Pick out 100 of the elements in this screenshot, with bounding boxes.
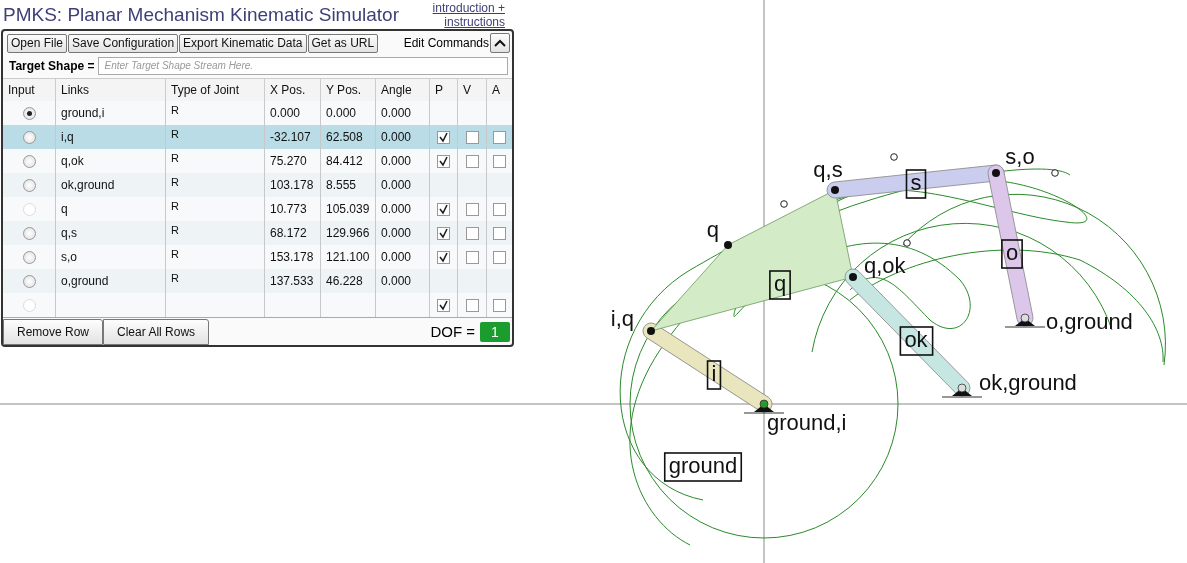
column-header: Y Pos. [321, 78, 376, 101]
input-radio[interactable] [22, 226, 36, 240]
trace-marker [780, 200, 788, 208]
input-radio[interactable] [22, 106, 36, 120]
app-title: PMKS: Planar Mechanism Kinematic Simulator [3, 4, 399, 26]
position-cell: 0.000 [270, 106, 301, 120]
trace-marker [890, 153, 898, 161]
joint-pin[interactable] [724, 241, 732, 249]
position-cell: 0.000 [381, 202, 412, 216]
checkbox[interactable] [493, 226, 506, 240]
toolbar-button[interactable]: Save Configuration [68, 33, 179, 53]
table-row[interactable]: q,s R 68.172 129.966 0.000 [3, 221, 512, 245]
toolbar-button[interactable]: Open File [7, 33, 68, 53]
checkbox[interactable] [465, 130, 479, 144]
column-header: Type of Joint [166, 78, 265, 101]
checkbox[interactable] [493, 202, 506, 216]
links-cell: ok,ground [61, 178, 115, 192]
checkbox[interactable] [437, 154, 450, 168]
trace-marker [903, 239, 911, 247]
target-shape-field[interactable]: Enter Target Shape Stream Here. [98, 56, 508, 75]
link-label: o [1001, 239, 1023, 269]
ground-support-icon[interactable] [1004, 313, 1046, 328]
link-label: ground [663, 452, 743, 482]
checkbox[interactable] [465, 226, 479, 240]
links-cell: ground,i [61, 106, 105, 120]
position-cell: 0.000 [381, 130, 412, 144]
position-cell: 68.172 [270, 226, 307, 240]
joint-label: i,q [610, 306, 634, 331]
chevron-up-icon [494, 39, 506, 47]
edit-commands-label: Edit Commands [403, 36, 489, 50]
joint-type-cell: R [171, 104, 179, 116]
input-radio[interactable] [22, 274, 36, 288]
column-header: X Pos. [265, 78, 321, 101]
checkbox[interactable] [465, 202, 479, 216]
joint-type-cell: R [171, 152, 179, 164]
links-cell: q,ok [61, 154, 84, 168]
joint-pin[interactable] [831, 186, 839, 194]
column-header: A [487, 78, 512, 101]
table-row[interactable]: o,ground R 137.533 46.228 0.000 [3, 269, 512, 293]
link-label: ok [899, 326, 934, 356]
input-radio[interactable] [22, 154, 36, 168]
checkbox[interactable] [465, 298, 479, 312]
position-cell: 105.039 [326, 202, 370, 216]
checkbox[interactable] [437, 250, 450, 264]
column-header: Angle [376, 78, 430, 101]
checkbox[interactable] [493, 154, 506, 168]
joint-label: q,s [813, 157, 843, 182]
links-cell: s,o [61, 250, 77, 264]
dof-label: DOF = [430, 323, 475, 340]
checkbox[interactable] [493, 250, 506, 264]
links-cell: q [61, 202, 68, 216]
footer-button[interactable]: Remove Row [3, 318, 104, 345]
position-cell: 0.000 [381, 154, 412, 168]
ground-support-icon[interactable] [743, 399, 785, 414]
target-shape-label: Target Shape = [9, 58, 95, 73]
joint-label: q,ok [864, 253, 906, 278]
joint-label: q [706, 217, 719, 242]
position-cell: 153.178 [270, 250, 314, 264]
position-cell: 0.000 [326, 106, 357, 120]
joint-pin[interactable] [647, 327, 655, 335]
position-cell: 103.178 [270, 178, 314, 192]
joint-label: ok,ground [979, 370, 1077, 395]
joint-pin[interactable] [849, 273, 857, 281]
checkbox[interactable] [493, 130, 506, 144]
toolbar-button[interactable]: Get as URL [307, 33, 379, 53]
position-cell: 0.000 [381, 106, 412, 120]
toolbar-button[interactable]: Export Kinematic Data [179, 33, 307, 53]
column-header: V [458, 78, 487, 101]
column-header: P [430, 78, 458, 101]
input-radio[interactable] [22, 178, 36, 192]
checkbox[interactable] [465, 250, 479, 264]
column-header: Input [3, 78, 56, 101]
trace-marker [1051, 169, 1059, 177]
checkbox[interactable] [437, 130, 450, 144]
joint-type-cell: R [171, 200, 179, 212]
help-link[interactable]: introduction + instructions [421, 1, 505, 29]
position-cell: 75.270 [270, 154, 307, 168]
position-cell: 10.773 [270, 202, 307, 216]
input-radio[interactable] [22, 130, 36, 144]
position-cell: 0.000 [381, 178, 412, 192]
checkbox[interactable] [465, 154, 479, 168]
position-cell: 129.966 [326, 226, 370, 240]
table-row[interactable]: i,q R -32.107 62.508 0.000 [3, 125, 512, 149]
joint-pin[interactable] [992, 169, 1000, 177]
table-row[interactable]: ok,ground R 103.178 8.555 0.000 [3, 173, 512, 197]
position-cell: 137.533 [270, 274, 314, 288]
checkbox[interactable] [437, 202, 450, 216]
footer-button[interactable]: Clear All Rows [103, 318, 210, 345]
position-cell: 0.000 [381, 250, 412, 264]
links-cell: q,s [61, 226, 77, 240]
checkbox[interactable] [493, 298, 506, 312]
joint-type-cell: R [171, 176, 179, 188]
input-radio[interactable] [22, 250, 36, 264]
collapse-button[interactable] [490, 33, 510, 53]
checkbox[interactable] [437, 298, 450, 312]
position-cell: 46.228 [326, 274, 363, 288]
joint-type-cell: R [171, 272, 179, 284]
checkbox[interactable] [437, 226, 450, 240]
position-cell: 121.100 [326, 250, 370, 264]
joint-label: s,o [1005, 144, 1035, 169]
